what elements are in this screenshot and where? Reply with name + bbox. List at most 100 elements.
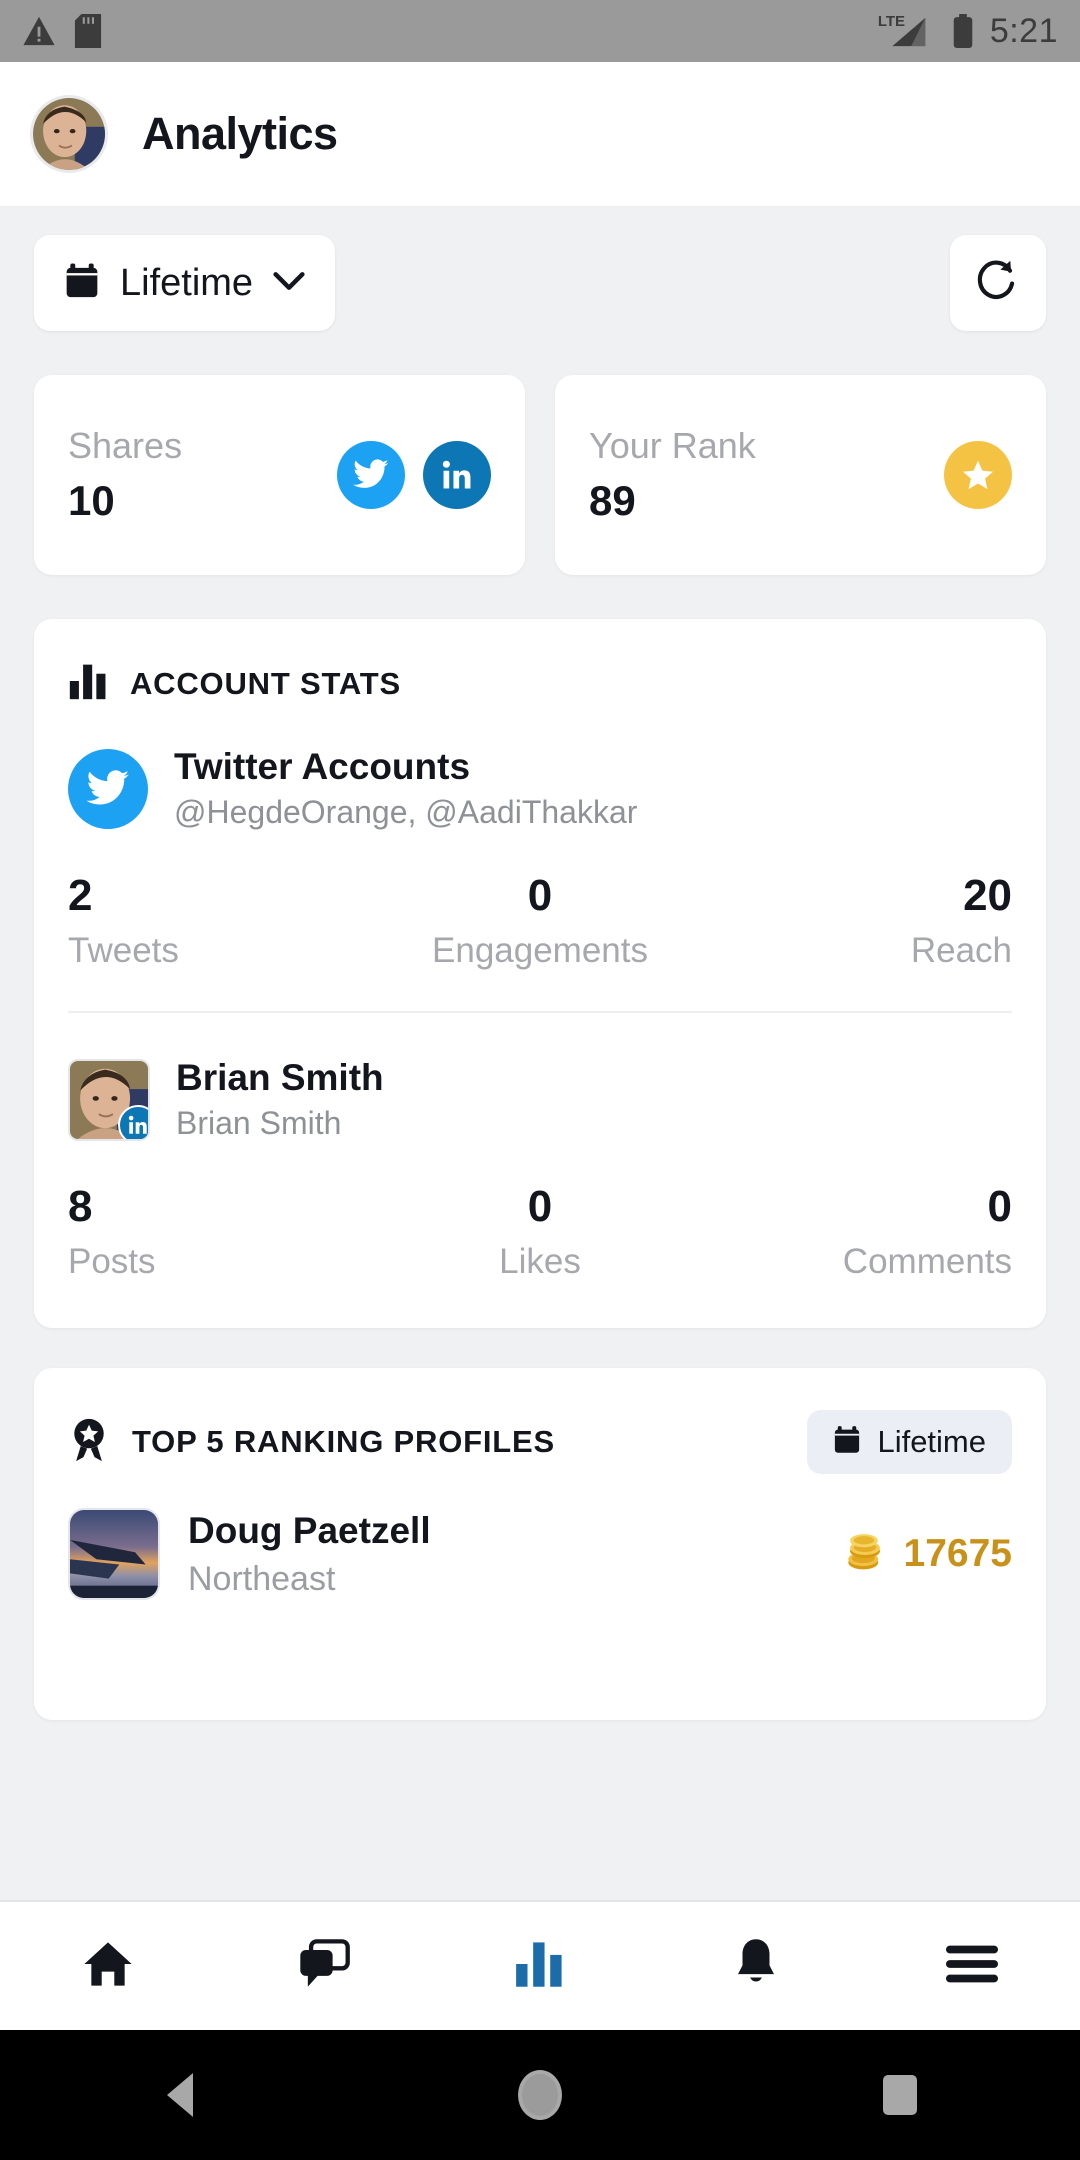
account-row[interactable]: Twitter Accounts @HegdeOrange, @AadiThak…	[68, 746, 1012, 831]
bell-icon	[731, 1937, 781, 1996]
account-block-linkedin: Brian Smith Brian Smith 8 Posts 0 Likes …	[34, 1013, 1046, 1328]
metric-label: Tweets	[68, 931, 179, 970]
metric-reach: 20 Reach	[697, 871, 1012, 971]
account-handles: Brian Smith	[176, 1105, 342, 1141]
rank-card-text: Your Rank 89	[589, 425, 944, 525]
profile-identity: Doug Paetzell Northeast	[188, 1510, 431, 1599]
shares-network-icons	[337, 441, 491, 509]
account-name: Twitter Accounts	[174, 746, 471, 787]
profile-score: 17675	[844, 1532, 1012, 1577]
metric-label: Likes	[499, 1242, 581, 1281]
account-identity: Brian Smith Brian Smith	[176, 1057, 384, 1142]
shares-value: 10	[68, 477, 115, 524]
android-recents-button[interactable]	[720, 2075, 1080, 2115]
rank-label: Your Rank	[589, 425, 756, 466]
refresh-button[interactable]	[950, 235, 1046, 331]
phone-screen: LTE 5:21 Analytics Lifetime Shares 10 Yo…	[0, 0, 1080, 2160]
metric-value: 0	[987, 1182, 1013, 1231]
profile-name: Doug Paetzell	[188, 1509, 431, 1551]
account-metrics: 2 Tweets 0 Engagements 20 Reach	[68, 871, 1012, 971]
sd-card-icon	[74, 14, 102, 48]
android-back-button[interactable]	[0, 2073, 360, 2117]
star-icon	[944, 441, 1012, 509]
scroll-content: Lifetime Shares 10 Your Rank 89 ACCOUNT …	[0, 207, 1080, 1900]
back-triangle-icon	[167, 2073, 193, 2117]
metric-engagements: 0 Engagements	[383, 871, 698, 971]
coins-icon	[844, 1532, 886, 1577]
account-handles: @HegdeOrange, @AadiThakkar	[174, 794, 638, 830]
avatar[interactable]	[30, 95, 108, 173]
bottom-nav-bar	[0, 1900, 1080, 2030]
status-bar-right-icons: LTE 5:21	[878, 11, 1058, 51]
ranking-card-bottom-pad	[34, 1600, 1046, 1720]
chat-icon	[296, 1938, 352, 1995]
ranking-period-selector[interactable]: Lifetime	[807, 1410, 1012, 1474]
account-name: Brian Smith	[176, 1057, 384, 1098]
twitter-icon	[337, 441, 405, 509]
warning-icon	[22, 15, 56, 47]
account-stats-title: ACCOUNT STATS	[130, 665, 402, 701]
ranking-title: TOP 5 RANKING PROFILES	[132, 1424, 555, 1459]
calendar-icon	[833, 1425, 861, 1460]
status-bar-left-icons	[22, 14, 102, 48]
linkedin-icon	[423, 441, 491, 509]
nav-item-analytics[interactable]	[432, 1902, 648, 2030]
signal-icon: LTE	[878, 13, 936, 48]
battery-icon	[952, 14, 974, 48]
metric-label: Engagements	[432, 931, 648, 970]
android-nav-bar	[0, 2030, 1080, 2160]
shares-label: Shares	[68, 425, 183, 466]
account-metrics: 8 Posts 0 Likes 0 Comments	[68, 1182, 1012, 1282]
metric-label: Posts	[68, 1242, 156, 1281]
nav-item-notifications[interactable]	[648, 1902, 864, 2030]
period-label: Lifetime	[120, 261, 254, 304]
metric-value: 8	[68, 1182, 93, 1231]
shares-card-text: Shares 10	[68, 425, 337, 525]
nav-item-home[interactable]	[0, 1902, 216, 2030]
shares-card[interactable]: Shares 10	[34, 375, 525, 575]
clock-label: 5:21	[989, 11, 1058, 50]
ranking-header: TOP 5 RANKING PROFILES Lifetime	[34, 1368, 1046, 1492]
metric-tweets: 2 Tweets	[68, 871, 383, 971]
android-home-button[interactable]	[360, 2070, 720, 2120]
home-icon	[81, 1937, 135, 1996]
rank-value: 89	[589, 477, 636, 524]
nav-item-menu[interactable]	[864, 1902, 1080, 2030]
refresh-icon	[975, 257, 1021, 310]
bar-chart-icon	[68, 661, 108, 706]
ranking-card: TOP 5 RANKING PROFILES Lifetime Doug Pae…	[34, 1368, 1046, 1720]
metric-likes: 0 Likes	[383, 1182, 698, 1282]
profile-avatar	[68, 1508, 160, 1600]
rank-card[interactable]: Your Rank 89	[555, 375, 1046, 575]
chevron-down-icon	[273, 271, 305, 296]
filter-toolbar: Lifetime	[34, 235, 1046, 331]
account-stats-header: ACCOUNT STATS	[34, 619, 1046, 724]
list-item[interactable]: Doug Paetzell Northeast 17675	[34, 1492, 1046, 1600]
metric-value: 2	[68, 871, 93, 920]
kpi-cards: Shares 10 Your Rank 89	[34, 375, 1046, 575]
metric-value: 20	[963, 871, 1013, 920]
award-ribbon-icon	[68, 1417, 110, 1468]
metric-comments: 0 Comments	[697, 1182, 1012, 1282]
ranking-period-label: Lifetime	[877, 1424, 986, 1459]
rank-badge	[944, 441, 1012, 509]
account-row[interactable]: Brian Smith Brian Smith	[68, 1057, 1012, 1142]
page-title: Analytics	[142, 108, 338, 159]
calendar-icon	[64, 262, 100, 305]
account-identity: Twitter Accounts @HegdeOrange, @AadiThak…	[174, 746, 637, 831]
metric-label: Reach	[910, 931, 1013, 970]
period-selector[interactable]: Lifetime	[34, 235, 336, 331]
metric-value: 0	[527, 871, 553, 920]
hamburger-icon	[946, 1944, 998, 1989]
recents-square-icon	[883, 2075, 917, 2115]
profile-score-value: 17675	[903, 1532, 1012, 1575]
home-circle-icon	[518, 2070, 562, 2120]
metric-label: Comments	[842, 1242, 1013, 1281]
avatar	[68, 1058, 150, 1141]
nav-item-messages[interactable]	[216, 1902, 432, 2030]
status-bar: LTE 5:21	[0, 0, 1080, 62]
metric-posts: 8 Posts	[68, 1182, 383, 1282]
account-stats-card: ACCOUNT STATS Twitter Accounts @HegdeOra…	[34, 619, 1046, 1328]
app-bar: Analytics	[0, 62, 1080, 207]
twitter-icon	[68, 748, 148, 829]
